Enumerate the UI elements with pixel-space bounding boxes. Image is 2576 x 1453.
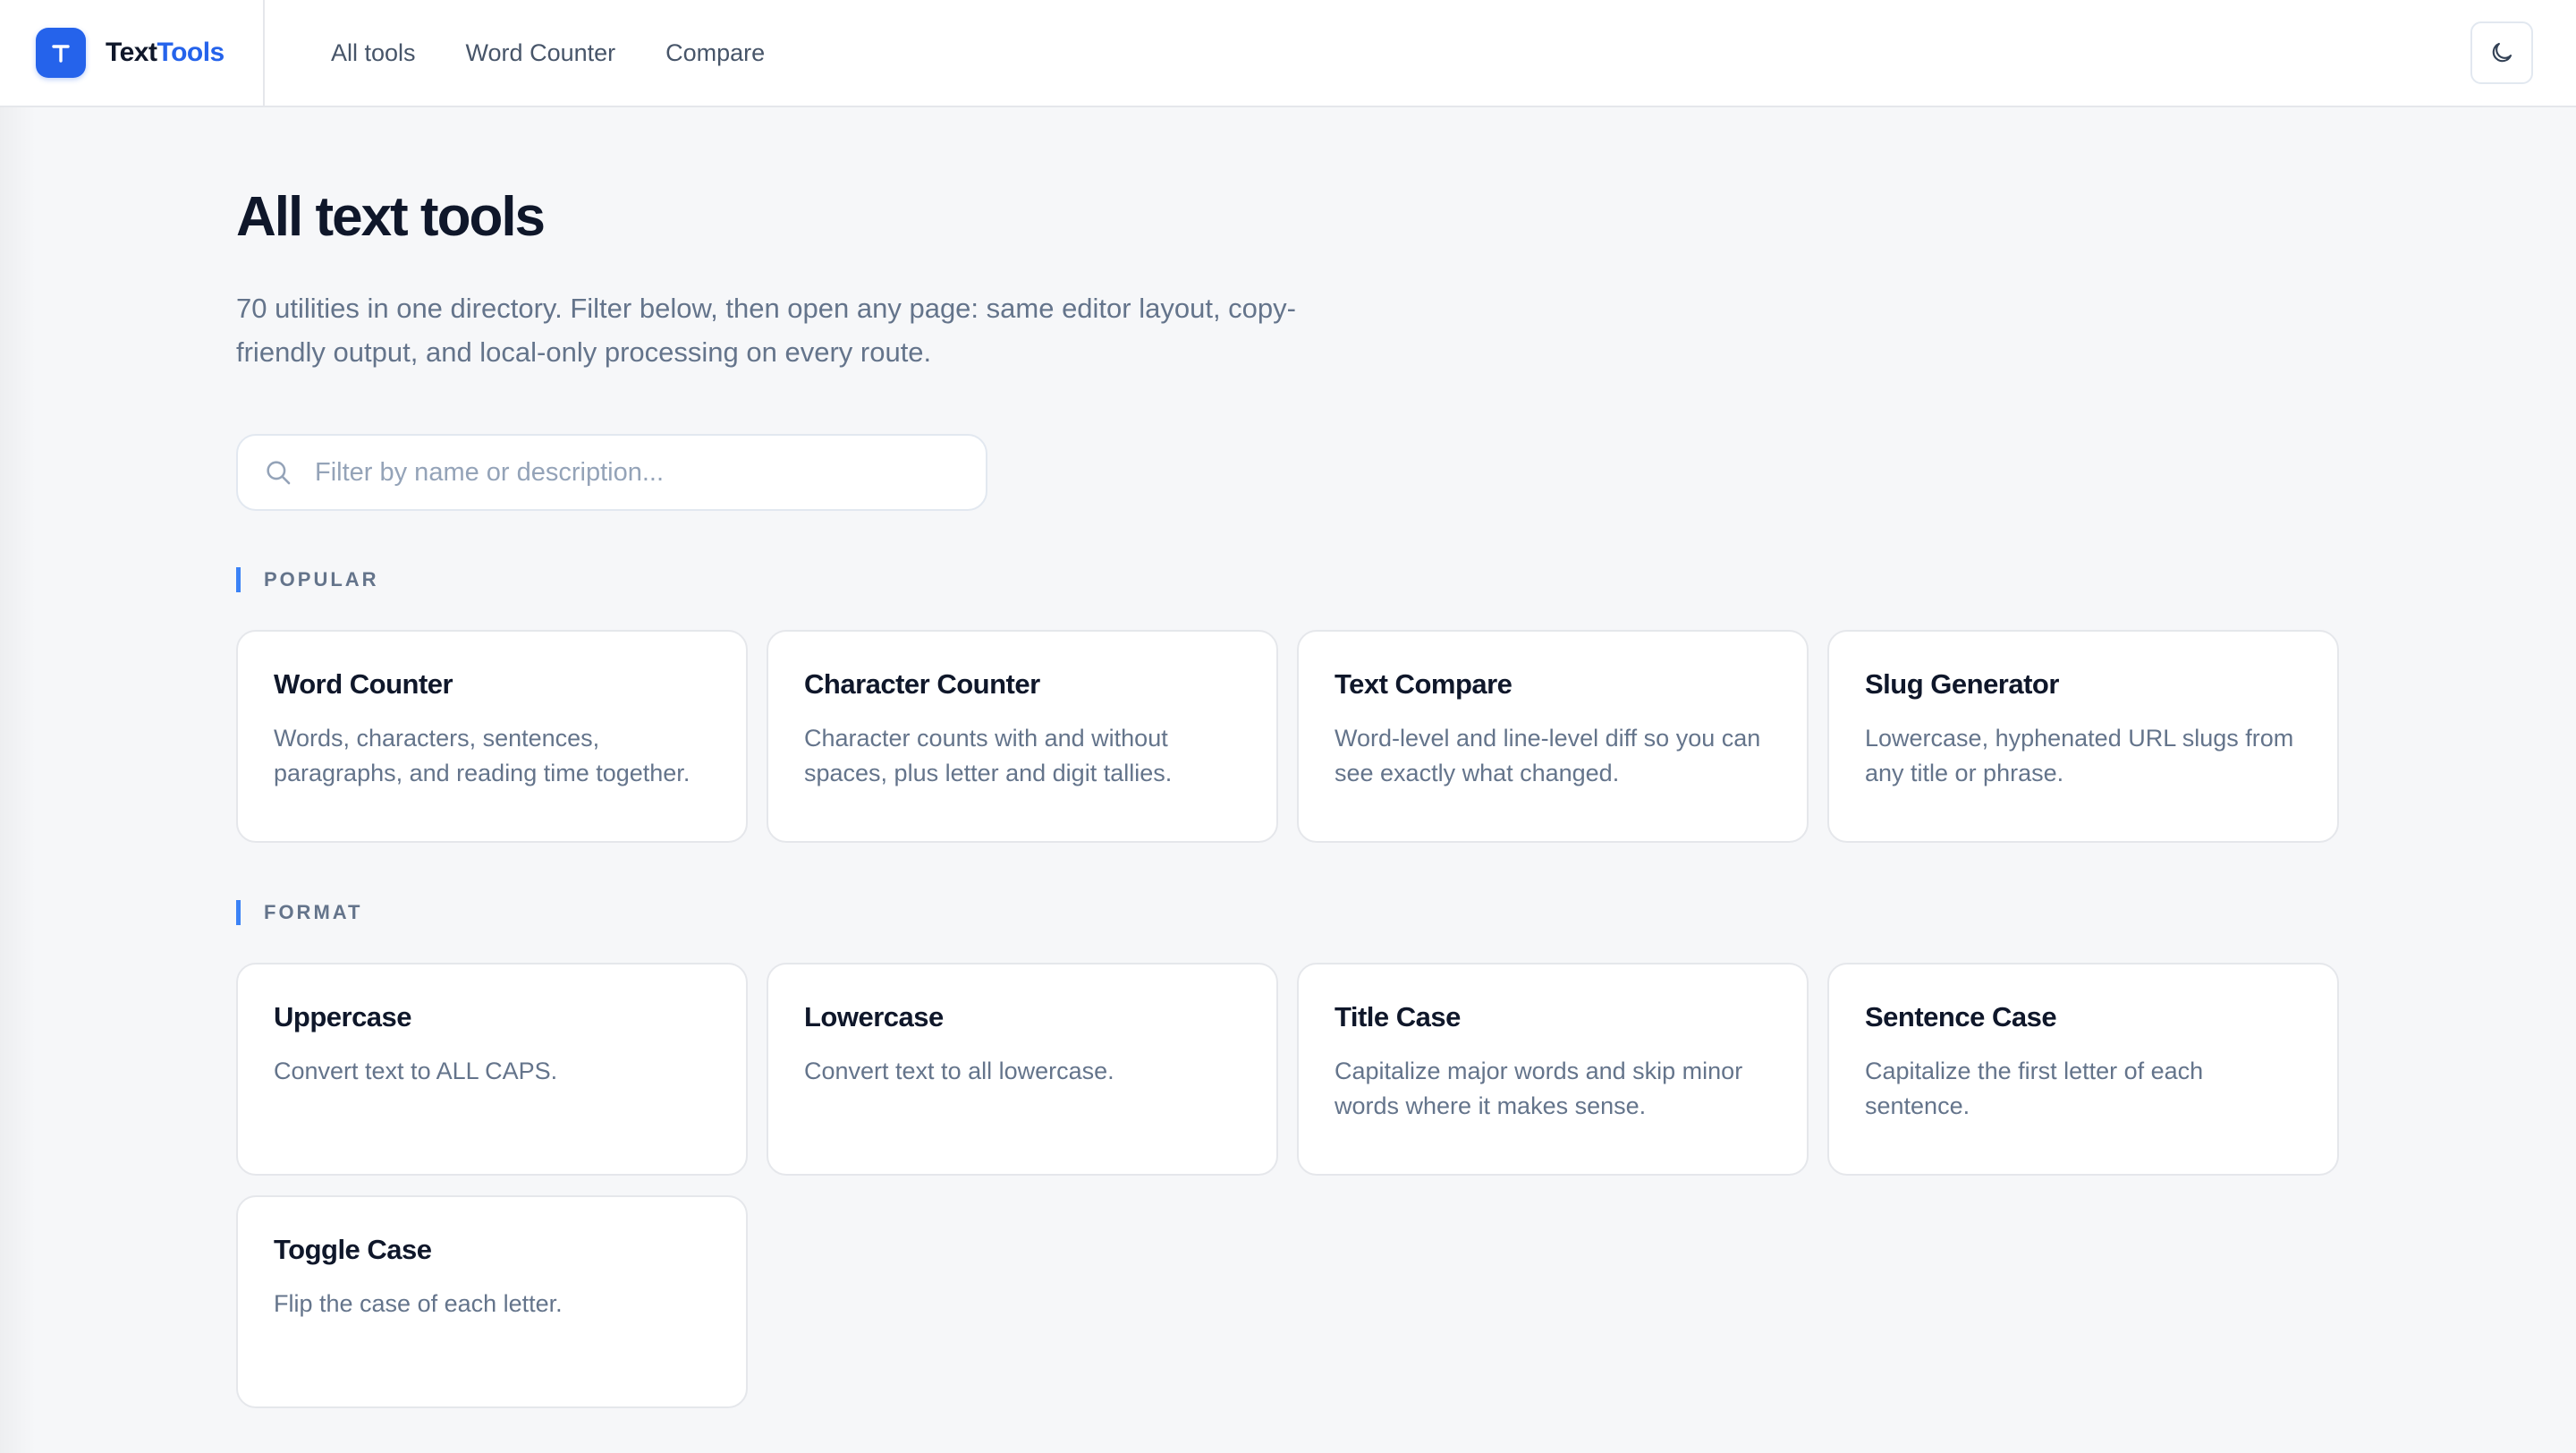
tool-card-description: Words, characters, sentences, paragraphs… — [274, 725, 691, 786]
moon-icon — [2492, 42, 2512, 63]
search-input[interactable] — [313, 456, 975, 489]
tool-card-uppercase[interactable]: Uppercase Convert text to ALL CAPS. — [236, 963, 748, 1176]
tool-card-description: Capitalize major words and skip minor wo… — [1335, 1058, 1743, 1119]
brand[interactable]: TextTools — [0, 0, 265, 106]
tool-card-toggle-case[interactable]: Toggle Case Flip the case of each letter… — [236, 1195, 748, 1408]
main-nav: All tools Word Counter Compare — [331, 0, 765, 106]
tool-card-title: Slug Generator — [1865, 668, 2059, 700]
nav-link-word-counter[interactable]: Word Counter — [466, 39, 616, 67]
tool-card-word-counter[interactable]: Word Counter Words, characters, sentence… — [236, 630, 748, 843]
tool-card-title: Sentence Case — [1865, 1001, 2057, 1032]
tool-card-description: Convert text to ALL CAPS. — [274, 1058, 558, 1084]
brand-logo-icon — [52, 45, 70, 63]
tool-card-description: Lowercase, hyphenated URL slugs from any… — [1865, 725, 2294, 786]
tool-card-sentence-case[interactable]: Sentence Case Capitalize the first lette… — [1827, 963, 2339, 1176]
tool-card-lowercase[interactable]: Lowercase Convert text to all lowercase. — [767, 963, 1278, 1176]
brand-name-accent: Tools — [157, 38, 225, 67]
tool-card-title: Word Counter — [274, 668, 453, 700]
nav-link-all-tools[interactable]: All tools — [331, 39, 416, 67]
filter-search-box[interactable] — [236, 434, 987, 511]
tool-card-text-compare[interactable]: Text Compare Word-level and line-level d… — [1297, 630, 1809, 843]
tool-card-description: Convert text to all lowercase. — [804, 1058, 1114, 1084]
top-bar: TextTools All tools Word Counter Compare — [0, 0, 2576, 107]
tool-card-description: Character counts with and without spaces… — [804, 725, 1173, 786]
tool-card-character-counter[interactable]: Character Counter Character counts with … — [767, 630, 1278, 843]
page-description: 70 utilities in one directory. Filter be… — [236, 293, 1296, 368]
tool-card-description: Capitalize the first letter of each sent… — [1865, 1058, 2204, 1119]
tool-card-description: Flip the case of each letter. — [274, 1290, 563, 1317]
section-label-popular: POPULAR — [236, 567, 379, 592]
page-title: All text tools — [236, 186, 546, 248]
brand-name-text: Text — [106, 38, 157, 67]
tool-card-description: Word-level and line-level diff so you ca… — [1335, 725, 1761, 786]
nav-link-compare[interactable]: Compare — [665, 39, 765, 67]
tool-card-title: Text Compare — [1335, 668, 1513, 700]
search-icon — [267, 461, 291, 485]
tool-card-title: Character Counter — [804, 668, 1040, 700]
theme-toggle-button[interactable] — [2470, 21, 2533, 84]
brand-logo — [36, 28, 86, 78]
tool-card-title: Title Case — [1335, 1001, 1461, 1032]
left-edge-shade — [0, 107, 36, 1453]
tool-card-title: Toggle Case — [274, 1234, 432, 1265]
tool-card-title-case[interactable]: Title Case Capitalize major words and sk… — [1297, 963, 1809, 1176]
tool-card-slug-generator[interactable]: Slug Generator Lowercase, hyphenated URL… — [1827, 630, 2339, 843]
tool-card-title: Lowercase — [804, 1001, 944, 1032]
section-label-format: FORMAT — [236, 900, 362, 925]
brand-name: TextTools — [106, 38, 225, 68]
tool-card-title: Uppercase — [274, 1001, 412, 1032]
